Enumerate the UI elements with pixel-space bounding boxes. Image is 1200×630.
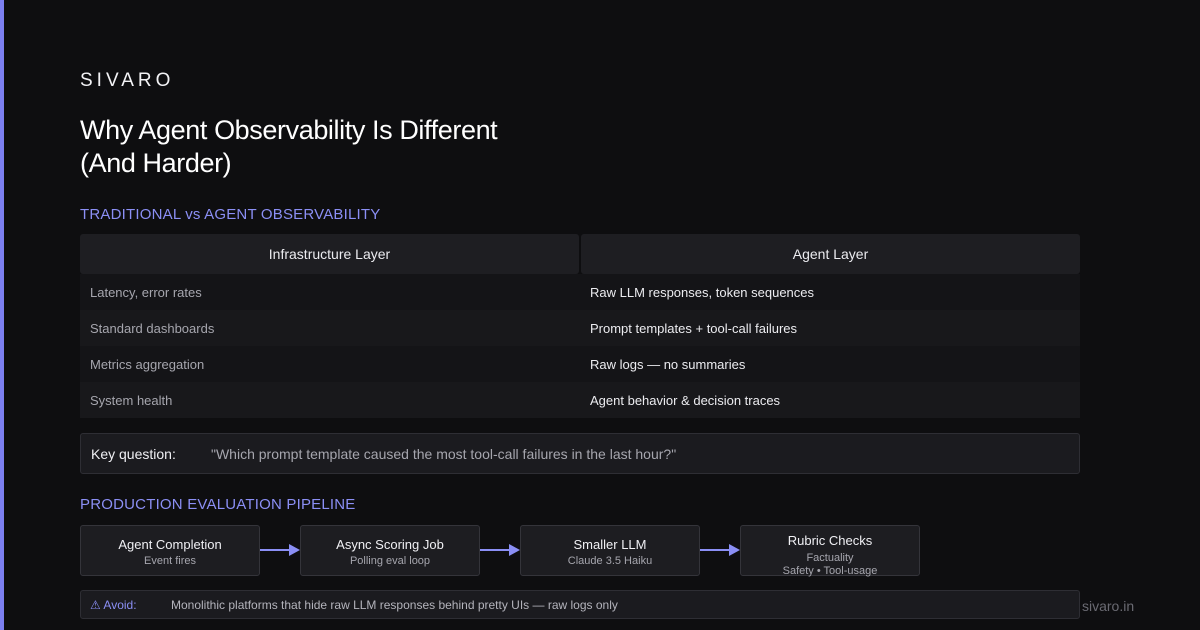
pipeline-stage-async-scoring-job: Async Scoring Job Polling eval loop [300,525,480,576]
stage-subtitle-line: Factuality [806,552,854,564]
agent-cell: Raw logs — no summaries [590,356,746,372]
avoid-text: Monolithic platforms that hide raw LLM r… [171,597,618,612]
infrastructure-cell: Standard dashboards [90,320,215,336]
pipeline-section-label: PRODUCTION EVALUATION PIPELINE [80,496,356,513]
arrow-right-icon [260,544,300,556]
stage-subtitle: Claude 3.5 Haiku [567,555,653,567]
accent-bar [0,0,4,630]
table-header: Infrastructure Layer Agent Layer [80,234,1080,274]
agent-cell: Prompt templates + tool-call failures [590,320,798,336]
footer-url: sivaro.in [1082,598,1135,614]
comparison-section-label: TRADITIONAL vs AGENT OBSERVABILITY [80,206,381,223]
agent-cell: Raw LLM responses, token sequences [590,284,815,300]
stage-subtitle: Event fires [144,555,196,567]
stage-title: Rubric Checks [787,533,873,548]
stage-subtitle: Polling eval loop [349,555,431,567]
stage-subtitle: Factuality Safety • Tool-usage [741,552,919,578]
title-line-1: Why Agent Observability Is Different [80,115,498,145]
avoid-label: ⚠ Avoid: [90,597,137,612]
infrastructure-cell: Metrics aggregation [90,356,205,372]
brand-logo: SIVARO [80,70,175,91]
title-line-2: (And Harder) [80,148,232,178]
table-row: Metrics aggregation Raw logs — no summar… [80,346,1080,382]
stage-title: Smaller LLM [573,537,647,552]
avoid-callout: ⚠ Avoid: Monolithic platforms that hide … [80,590,1080,619]
arrow-right-icon [700,544,740,556]
comparison-table: Infrastructure Layer Agent Layer Latency… [80,234,1080,418]
key-question-text: "Which prompt template caused the most t… [211,445,677,462]
table-row: System health Agent behavior & decision … [80,382,1080,418]
arrow-right-icon [480,544,520,556]
stage-title: Async Scoring Job [336,537,444,552]
key-question-box: Key question: "Which prompt template cau… [80,433,1080,474]
key-question-label: Key question: [91,445,176,462]
header-infrastructure-layer: Infrastructure Layer [80,234,579,274]
infrastructure-cell: Latency, error rates [90,284,202,300]
pipeline-stage-agent-completion: Agent Completion Event fires [80,525,260,576]
pipeline-stage-rubric-checks: Rubric Checks Factuality Safety • Tool-u… [740,525,920,578]
pipeline-stage-smaller-llm: Smaller LLM Claude 3.5 Haiku [520,525,700,576]
header-agent-layer: Agent Layer [581,234,1080,274]
agent-cell: Agent behavior & decision traces [590,392,781,408]
page-title: Why Agent Observability Is Different (An… [80,114,700,180]
stage-subtitle-line: Safety • Tool-usage [782,565,878,577]
table-row: Standard dashboards Prompt templates + t… [80,310,1080,346]
table-row: Latency, error rates Raw LLM responses, … [80,274,1080,310]
evaluation-pipeline: Agent Completion Event fires Async Scori… [80,525,940,577]
infrastructure-cell: System health [90,392,173,408]
stage-title: Agent Completion [118,537,222,552]
